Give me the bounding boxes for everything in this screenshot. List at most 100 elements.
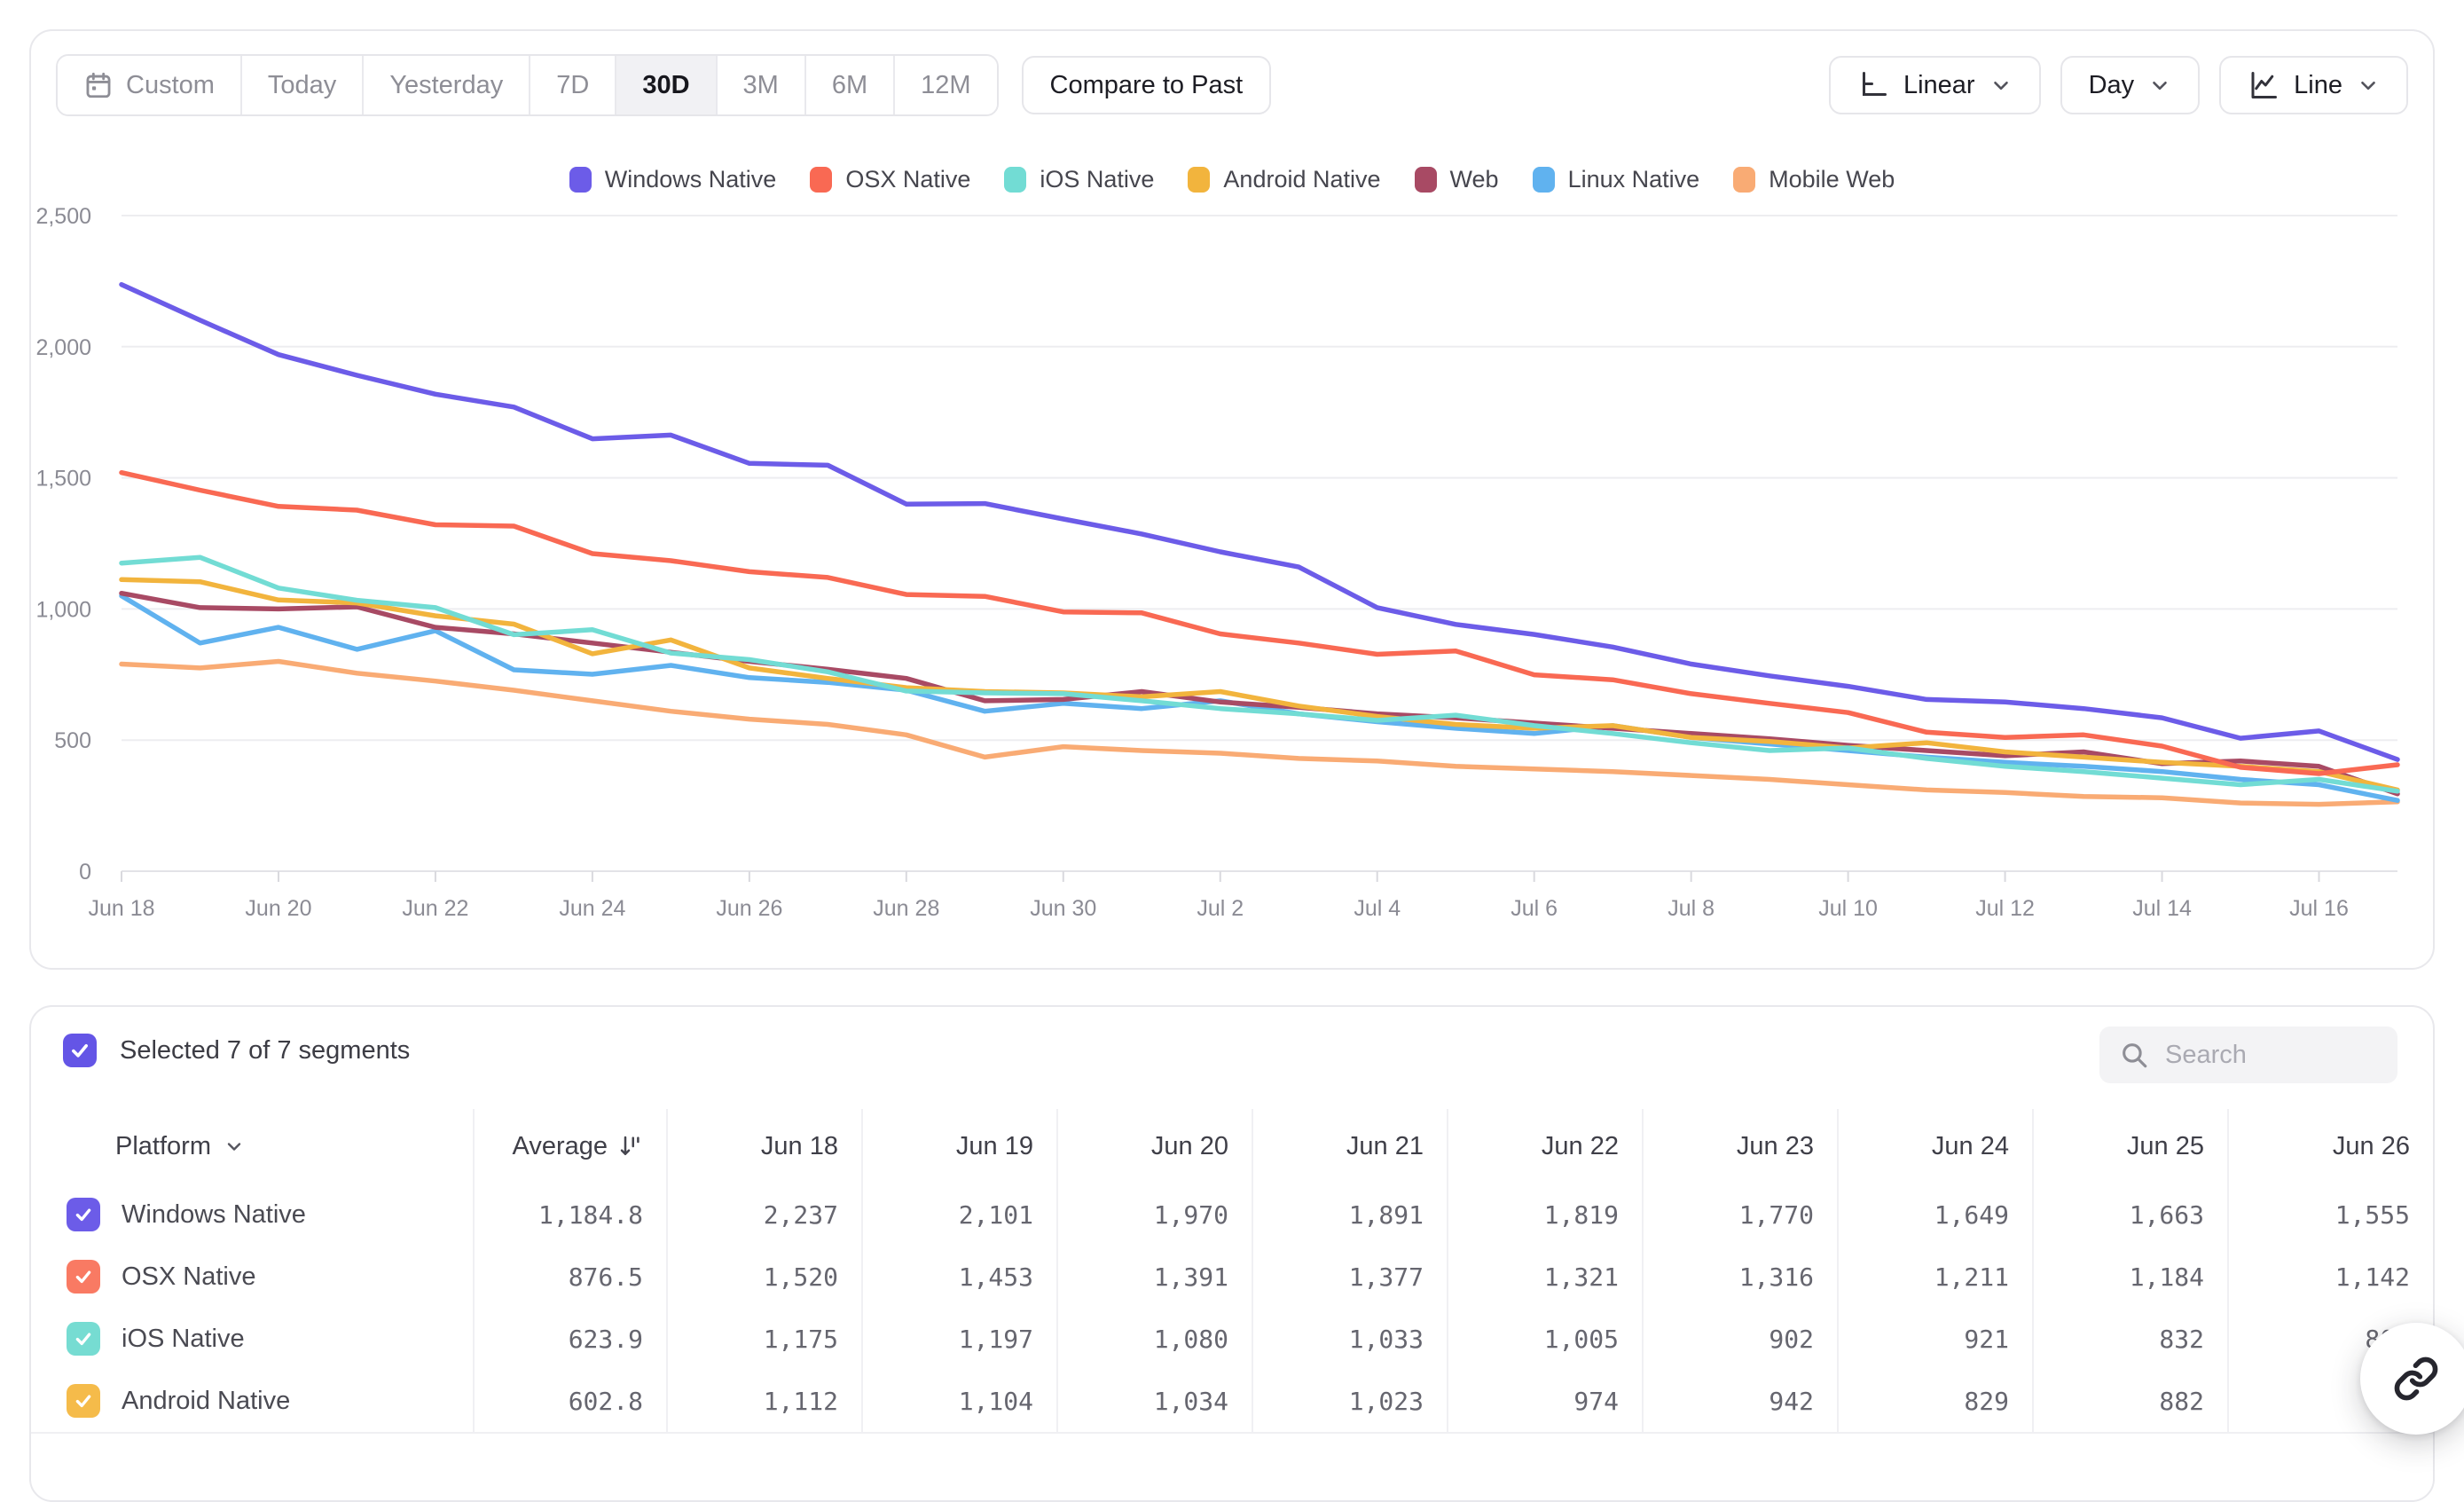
range-button-6m[interactable]: 6M: [804, 56, 893, 114]
chevron-down-icon: [2357, 74, 2380, 97]
x-axis-label: Jun 20: [245, 896, 311, 921]
legend-item[interactable]: Linux Native: [1533, 166, 1700, 193]
linear-axis-icon: [1857, 69, 1889, 101]
share-link-button[interactable]: [2360, 1323, 2464, 1435]
legend-swatch: [569, 167, 592, 193]
segment-checkbox[interactable]: [67, 1322, 100, 1356]
range-button-today[interactable]: Today: [240, 56, 362, 114]
check-icon: [73, 1390, 94, 1412]
range-button-custom[interactable]: Custom: [58, 56, 240, 114]
chart-type-dropdown[interactable]: Line: [2219, 56, 2408, 114]
date-header[interactable]: Jun 22: [1447, 1109, 1642, 1184]
date-header[interactable]: Jun 25: [2032, 1109, 2227, 1184]
table-header-row: PlatformAverageJun 18Jun 19Jun 20Jun 21J…: [31, 1109, 2433, 1184]
chart-card: Custom Today Yesterday 7D 30D3M 6M 12M Compare…: [29, 29, 2435, 970]
range-button-label: 7D: [556, 71, 589, 100]
x-axis-label: Jun 30: [1030, 896, 1096, 921]
value-cell: 1,891: [1252, 1184, 1447, 1246]
series-line-mobile-web: [122, 662, 2397, 805]
scale-dropdown[interactable]: Linear: [1829, 56, 2041, 114]
y-axis-label: 0: [79, 860, 91, 885]
range-button-3m[interactable]: 3M: [716, 56, 804, 114]
platform-header[interactable]: Platform: [31, 1132, 245, 1161]
value-cell: 832: [2032, 1308, 2227, 1370]
date-header[interactable]: Jun 24: [1837, 1109, 2032, 1184]
chart-type-dropdown-label: Line: [2294, 71, 2342, 100]
legend-swatch: [1733, 167, 1755, 193]
check-icon: [68, 1039, 91, 1062]
series-line-linux-native: [122, 596, 2397, 801]
interval-dropdown[interactable]: Day: [2060, 56, 2201, 114]
series-line-osx-native: [122, 473, 2397, 774]
value-cell: 1,023: [1252, 1370, 1447, 1432]
table-row-ios-native: iOS Native623.91,1751,1971,0801,0331,005…: [31, 1308, 2433, 1370]
x-axis-label: Jul 16: [2289, 896, 2349, 921]
value-cell: 1,211: [1837, 1246, 2032, 1308]
legend-item[interactable]: iOS Native: [1004, 166, 1154, 193]
compare-to-past-button[interactable]: Compare to Past: [1022, 56, 1272, 114]
table-row-android-native: Android Native602.81,1121,1041,0341,0239…: [31, 1370, 2433, 1434]
date-header[interactable]: Jun 23: [1642, 1109, 1837, 1184]
legend-item[interactable]: Mobile Web: [1733, 166, 1895, 193]
legend-item[interactable]: OSX Native: [810, 166, 970, 193]
y-axis-label: 2,000: [35, 335, 91, 360]
calendar-icon: [83, 70, 114, 100]
date-header[interactable]: Jun 26: [2227, 1109, 2433, 1184]
date-header[interactable]: Jun 20: [1056, 1109, 1252, 1184]
chevron-down-icon: [224, 1136, 245, 1157]
value-cell: 1,555: [2227, 1184, 2433, 1246]
value-cell: 1,104: [861, 1370, 1056, 1432]
date-header[interactable]: Jun 19: [861, 1109, 1056, 1184]
x-axis-label: Jul 6: [1511, 896, 1558, 921]
x-axis-label: Jul 12: [1975, 896, 2035, 921]
average-cell: 623.9: [473, 1308, 666, 1370]
y-axis-label: 1,500: [35, 467, 91, 491]
range-button-label: Yesterday: [389, 71, 503, 100]
value-cell: 1,649: [1837, 1184, 2032, 1246]
range-button-yesterday[interactable]: Yesterday: [362, 56, 529, 114]
sort-descending-icon: [616, 1133, 643, 1160]
range-button-label: Custom: [126, 71, 215, 100]
date-header[interactable]: Jun 21: [1252, 1109, 1447, 1184]
interval-dropdown-label: Day: [2089, 71, 2135, 100]
x-axis-label: Jun 24: [559, 896, 625, 921]
segment-checkbox[interactable]: [67, 1260, 100, 1294]
legend-swatch: [1533, 167, 1555, 193]
search-box: [2099, 1026, 2397, 1083]
range-button-7d[interactable]: 7D: [529, 56, 615, 114]
value-cell: 1,316: [1642, 1246, 1837, 1308]
range-button-30d[interactable]: 30D: [615, 56, 715, 114]
search-input[interactable]: [2163, 1040, 2378, 1071]
legend-label: Web: [1450, 166, 1499, 193]
segment-checkbox[interactable]: [67, 1384, 100, 1418]
x-axis-label: Jun 28: [873, 896, 939, 921]
range-button-12m[interactable]: 12M: [893, 56, 996, 114]
value-cell: 1,391: [1056, 1246, 1252, 1308]
range-button-label: 6M: [832, 71, 867, 100]
legend-item[interactable]: Web: [1415, 166, 1499, 193]
legend-label: Linux Native: [1568, 166, 1700, 193]
average-cell: 602.8: [473, 1370, 666, 1432]
value-cell: 921: [1837, 1308, 2032, 1370]
scale-dropdown-label: Linear: [1903, 71, 1975, 100]
x-axis-label: Jul 8: [1668, 896, 1715, 921]
legend-item[interactable]: Windows Native: [569, 166, 777, 193]
selected-summary: Selected 7 of 7 segments: [120, 1036, 410, 1066]
value-cell: 1,377: [1252, 1246, 1447, 1308]
chevron-down-icon: [1989, 74, 2013, 97]
segment-checkbox[interactable]: [67, 1198, 100, 1231]
average-cell: 876.5: [473, 1246, 666, 1308]
value-cell: 1,175: [666, 1308, 861, 1370]
legend-item[interactable]: Android Native: [1188, 166, 1380, 193]
value-cell: 1,321: [1447, 1246, 1642, 1308]
x-axis-label: Jul 10: [1818, 896, 1878, 921]
legend-label: Android Native: [1223, 166, 1380, 193]
select-all-checkbox[interactable]: [63, 1034, 97, 1067]
segments-summary-row: Selected 7 of 7 segments: [63, 1034, 410, 1067]
average-header[interactable]: Average: [473, 1109, 666, 1184]
segments-table: PlatformAverageJun 18Jun 19Jun 20Jun 21J…: [31, 1109, 2433, 1434]
date-header[interactable]: Jun 18: [666, 1109, 861, 1184]
segment-name: Windows Native: [122, 1200, 306, 1230]
y-axis-label: 500: [54, 728, 91, 753]
value-cell: 1,034: [1056, 1370, 1252, 1432]
